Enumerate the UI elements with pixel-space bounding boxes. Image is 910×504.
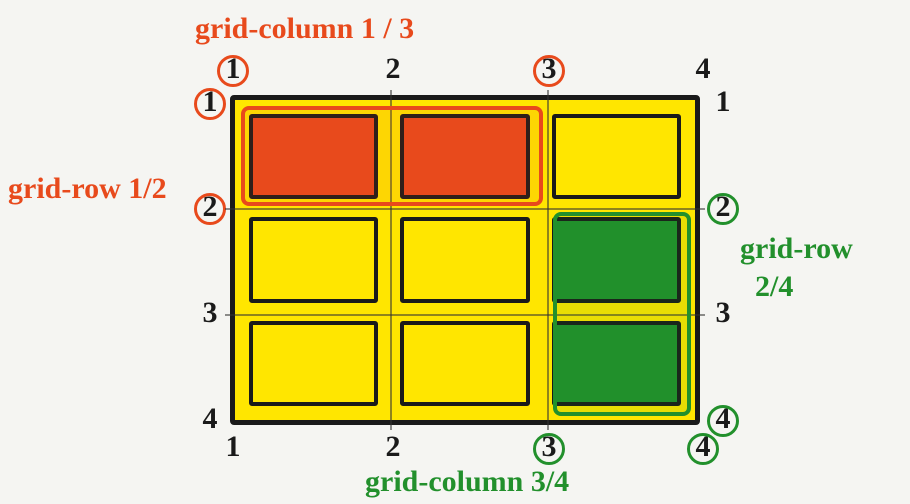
cell-r1c1 — [249, 114, 378, 199]
label-grid-row-green-1: grid-row — [740, 232, 853, 266]
label-grid-column-green: grid-column 3/4 — [365, 465, 569, 499]
grid-container — [230, 95, 700, 425]
cell-r2c1 — [249, 217, 378, 302]
row-line-right-3: 3 — [708, 296, 738, 330]
row-line-left-3: 3 — [195, 296, 225, 330]
row-line-right-2: 2 — [708, 190, 738, 224]
col-line-top-4: 4 — [688, 52, 718, 86]
cell-r1c2 — [400, 114, 529, 199]
row-line-left-2: 2 — [195, 190, 225, 224]
cell-r2c3 — [552, 217, 681, 302]
cell-r3c1 — [249, 321, 378, 406]
cell-r1c3 — [552, 114, 681, 199]
label-grid-column-red: grid-column 1 / 3 — [195, 12, 414, 46]
row-line-right-1: 1 — [708, 85, 738, 119]
col-line-bot-3: 3 — [534, 430, 564, 464]
col-line-top-1: 1 — [218, 52, 248, 86]
cell-r2c2 — [400, 217, 529, 302]
row-line-left-4: 4 — [195, 402, 225, 436]
cell-r3c3 — [552, 321, 681, 406]
label-grid-row-red: grid-row 1/2 — [8, 172, 167, 206]
grid — [235, 100, 695, 420]
cell-r3c2 — [400, 321, 529, 406]
label-grid-row-green-2: 2/4 — [755, 270, 793, 304]
row-line-left-1: 1 — [195, 85, 225, 119]
col-line-top-3: 3 — [534, 52, 564, 86]
row-line-right-4: 4 — [708, 402, 738, 436]
col-line-bot-2: 2 — [378, 430, 408, 464]
col-line-top-2: 2 — [378, 52, 408, 86]
